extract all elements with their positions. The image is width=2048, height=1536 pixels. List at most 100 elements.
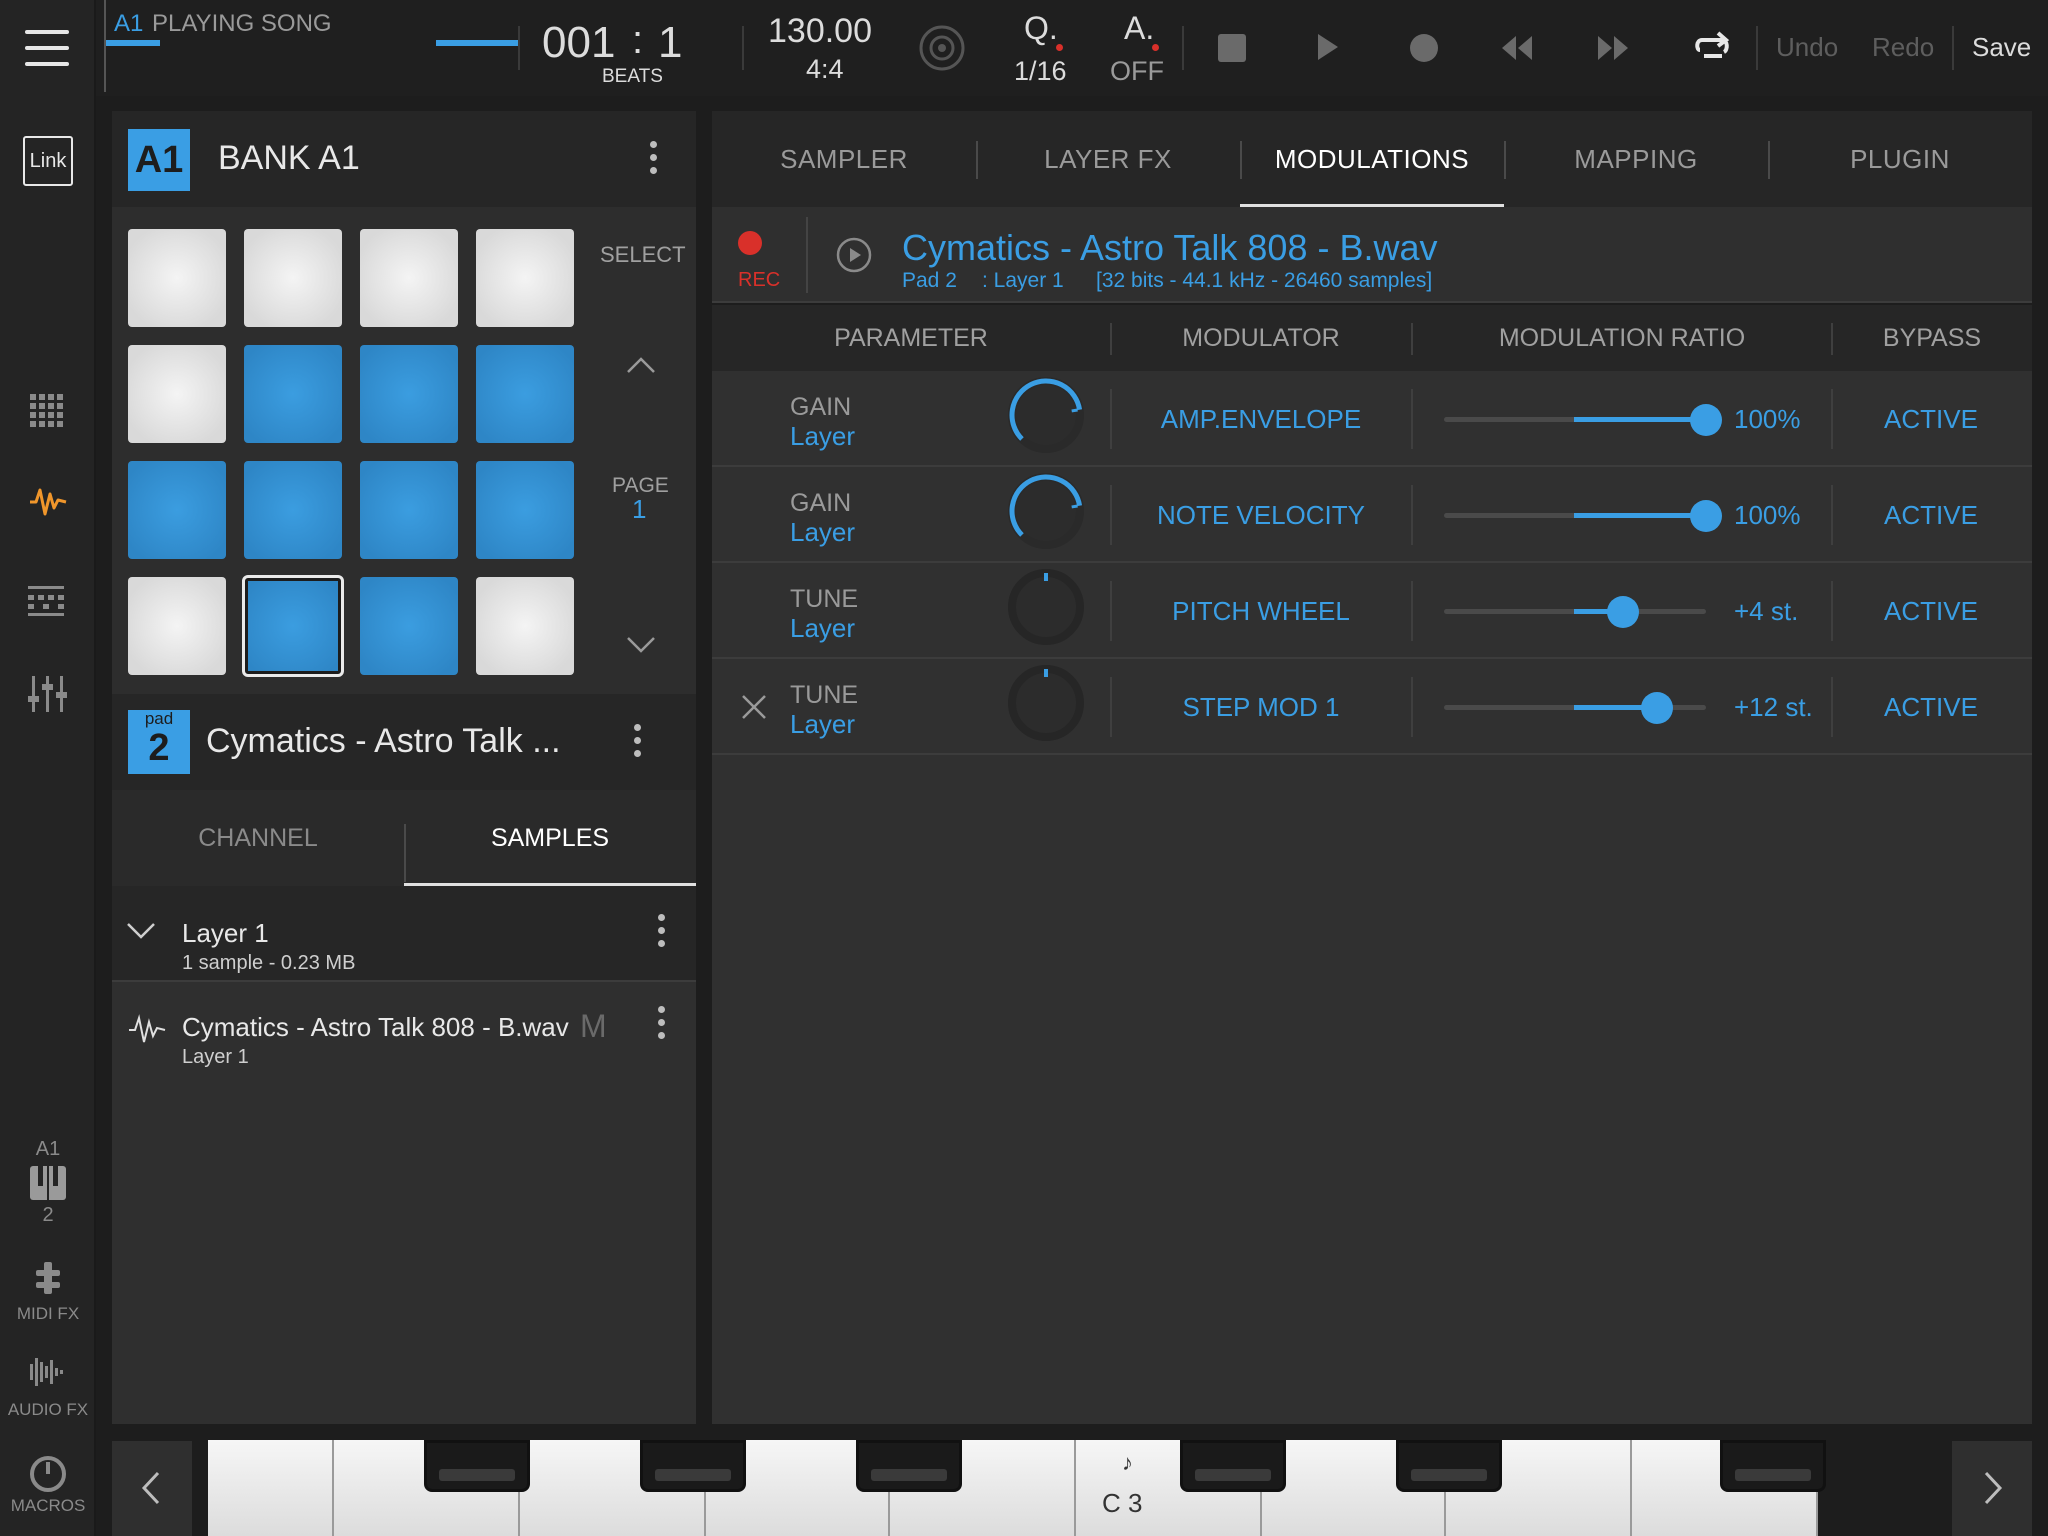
layer-row[interactable]: Layer 1 1 sample - 0.23 MB bbox=[112, 886, 696, 982]
amount-knob[interactable] bbox=[1006, 567, 1086, 652]
ratio-slider-thumb[interactable] bbox=[1690, 404, 1722, 436]
remove-modulation-icon[interactable] bbox=[740, 693, 768, 726]
ratio-slider-thumb[interactable] bbox=[1606, 596, 1639, 628]
pad-11[interactable] bbox=[360, 461, 458, 559]
pad-9[interactable] bbox=[128, 461, 226, 559]
pad-1[interactable] bbox=[128, 229, 226, 327]
tab-sampler[interactable]: SAMPLER bbox=[712, 111, 976, 207]
sample-waveform-icon bbox=[128, 1014, 166, 1049]
amount-knob[interactable] bbox=[1006, 471, 1086, 556]
ratio-slider-thumb[interactable] bbox=[1690, 500, 1722, 532]
pad-6[interactable] bbox=[244, 345, 342, 443]
time-signature[interactable]: 4:4 bbox=[806, 54, 844, 85]
pad-4[interactable] bbox=[476, 229, 574, 327]
modulator-name[interactable]: STEP MOD 1 bbox=[1110, 659, 1412, 755]
pad-menu-icon[interactable] bbox=[634, 724, 642, 763]
piano-black-key[interactable] bbox=[424, 1440, 530, 1492]
piano-black-key[interactable] bbox=[1720, 1440, 1826, 1492]
piano-white-key[interactable] bbox=[208, 1440, 334, 1536]
record-sample-button[interactable] bbox=[738, 231, 762, 255]
pad-10[interactable] bbox=[244, 461, 342, 559]
modulation-row[interactable]: GAIN Layer AMP.ENVELOPE 100% ACTIVE bbox=[712, 371, 2032, 467]
pad-2[interactable] bbox=[244, 229, 342, 327]
pad-5[interactable] bbox=[128, 345, 226, 443]
automation-value[interactable]: OFF bbox=[1110, 56, 1164, 87]
modulation-row[interactable]: GAIN Layer NOTE VELOCITY 100% ACTIVE bbox=[712, 467, 2032, 563]
modulator-name[interactable]: NOTE VELOCITY bbox=[1110, 467, 1412, 563]
sample-row[interactable]: Cymatics - Astro Talk 808 - B.wav Layer … bbox=[112, 982, 696, 1078]
octave-down-button[interactable] bbox=[112, 1441, 192, 1536]
quantize-label[interactable]: Q. bbox=[1024, 10, 1058, 47]
rewind-icon[interactable] bbox=[1498, 34, 1534, 67]
amount-knob[interactable] bbox=[1006, 663, 1086, 748]
keyboard-instrument-icon[interactable] bbox=[30, 1166, 66, 1205]
bypass-toggle[interactable]: ACTIVE bbox=[1830, 659, 2032, 755]
quantize-indicator bbox=[1056, 44, 1063, 51]
tempo-value[interactable]: 130.00 bbox=[768, 12, 872, 51]
modulation-row[interactable]: TUNE Layer PITCH WHEEL +4 st. ACTIVE bbox=[712, 563, 2032, 659]
pad-3[interactable] bbox=[360, 229, 458, 327]
mixer-icon[interactable] bbox=[28, 676, 68, 717]
audio-fx-icon[interactable] bbox=[30, 1356, 66, 1393]
midi-fx-icon[interactable] bbox=[34, 1262, 62, 1299]
quantize-value[interactable]: 1/16 bbox=[1014, 56, 1067, 87]
pad-badge-label: pad bbox=[144, 709, 174, 728]
pad-12[interactable] bbox=[476, 461, 574, 559]
metronome-icon[interactable] bbox=[918, 24, 966, 77]
fast-forward-icon[interactable] bbox=[1596, 34, 1632, 67]
modulator-name[interactable]: AMP.ENVELOPE bbox=[1110, 371, 1412, 467]
bank-badge: A1 bbox=[128, 129, 190, 191]
pad-7[interactable] bbox=[360, 345, 458, 443]
redo-button[interactable]: Redo bbox=[1872, 32, 1934, 63]
macros-icon[interactable] bbox=[28, 1454, 68, 1499]
automation-label[interactable]: A. bbox=[1124, 10, 1154, 47]
page-down-icon[interactable] bbox=[626, 636, 656, 659]
save-button[interactable]: Save bbox=[1972, 32, 2031, 63]
select-button[interactable]: SELECT bbox=[600, 242, 686, 268]
sample-menu-icon[interactable] bbox=[658, 1006, 666, 1045]
piano-black-key[interactable] bbox=[640, 1440, 746, 1492]
mono-toggle[interactable]: M bbox=[580, 1008, 607, 1045]
pad-14[interactable] bbox=[242, 575, 344, 677]
bank-menu-icon[interactable] bbox=[650, 141, 658, 180]
waveform-icon[interactable] bbox=[28, 486, 68, 521]
menu-icon[interactable] bbox=[0, 20, 96, 76]
piano-black-key[interactable] bbox=[1396, 1440, 1502, 1492]
tab-samples[interactable]: SAMPLES bbox=[404, 790, 696, 886]
pad-badge-number: 2 bbox=[148, 727, 170, 769]
amount-knob[interactable] bbox=[1006, 375, 1086, 460]
undo-button[interactable]: Undo bbox=[1776, 32, 1838, 63]
loop-icon[interactable] bbox=[1692, 30, 1732, 71]
pads-grid-icon[interactable] bbox=[30, 394, 64, 433]
bypass-toggle[interactable]: ACTIVE bbox=[1830, 371, 2032, 467]
modulator-name[interactable]: PITCH WHEEL bbox=[1110, 563, 1412, 659]
page-up-icon[interactable] bbox=[626, 356, 656, 379]
preview-play-icon[interactable] bbox=[836, 237, 872, 278]
modulation-row[interactable]: TUNE Layer STEP MOD 1 +12 st. ACTIVE bbox=[712, 659, 2032, 755]
tab-channel[interactable]: CHANNEL bbox=[112, 790, 404, 886]
ratio-slider-thumb[interactable] bbox=[1641, 692, 1674, 724]
record-icon[interactable] bbox=[1410, 34, 1438, 62]
tab-modulations[interactable]: MODULATIONS bbox=[1240, 111, 1504, 207]
piano-black-key[interactable] bbox=[1180, 1440, 1286, 1492]
collapse-chevron-icon[interactable] bbox=[126, 922, 156, 945]
stop-icon[interactable] bbox=[1218, 34, 1246, 62]
bypass-toggle[interactable]: ACTIVE bbox=[1830, 467, 2032, 563]
tab-mapping[interactable]: MAPPING bbox=[1504, 111, 1768, 207]
link-button[interactable]: Link bbox=[23, 136, 73, 186]
tab-plugin[interactable]: PLUGIN bbox=[1768, 111, 2032, 207]
pad-8[interactable] bbox=[476, 345, 574, 443]
pad-13[interactable] bbox=[128, 577, 226, 675]
sequencer-icon[interactable] bbox=[28, 586, 68, 621]
tab-layer-fx[interactable]: LAYER FX bbox=[976, 111, 1240, 207]
piano-black-key[interactable] bbox=[856, 1440, 962, 1492]
sample-title: Cymatics - Astro Talk 808 - B.wav bbox=[902, 227, 1438, 268]
modulations-header: PARAMETER MODULATOR MODULATION RATIO BYP… bbox=[712, 305, 2032, 371]
pad-15[interactable] bbox=[360, 577, 458, 675]
parameter-name: TUNE bbox=[790, 585, 859, 613]
octave-up-button[interactable] bbox=[1952, 1441, 2032, 1536]
pad-16[interactable] bbox=[476, 577, 574, 675]
bypass-toggle[interactable]: ACTIVE bbox=[1830, 563, 2032, 659]
layer-menu-icon[interactable] bbox=[658, 914, 666, 953]
play-icon[interactable] bbox=[1316, 32, 1340, 67]
